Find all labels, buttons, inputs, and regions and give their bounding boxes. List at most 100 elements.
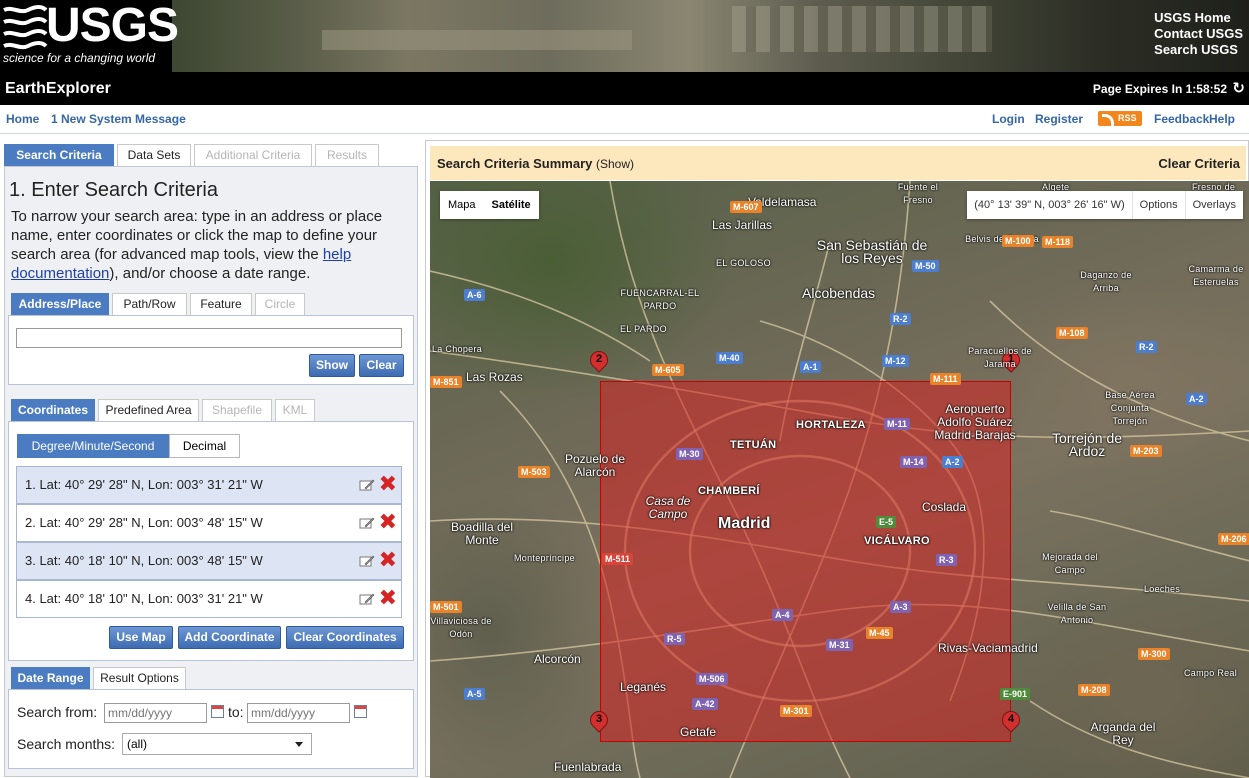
tab-date-range[interactable]: Date Range <box>11 667 90 689</box>
road-shield: M-11 <box>884 418 911 430</box>
marker-label: 4 <box>1007 713 1015 725</box>
map-type-satelite[interactable]: Satélite <box>484 191 539 219</box>
tab-search-criteria[interactable]: Search Criteria <box>4 144 114 166</box>
tab-results[interactable]: Results <box>315 144 379 166</box>
tab-address-place[interactable]: Address/Place <box>11 293 109 315</box>
map-place-label: FUENCARRAL-EL PARDO <box>620 288 700 311</box>
use-map-button[interactable]: Use Map <box>109 626 173 649</box>
system-message-link[interactable]: 1 New System Message <box>51 112 186 126</box>
intro-text-after: ), and/or choose a date range. <box>109 265 311 282</box>
login-link[interactable]: Login <box>992 112 1025 126</box>
calendar-icon[interactable] <box>354 705 367 718</box>
search-months-label: Search months: <box>17 736 116 752</box>
tab-coordinates[interactable]: Coordinates <box>11 399 95 421</box>
map-type-control: Mapa Satélite <box>440 191 539 219</box>
app-title: EarthExplorer <box>5 80 111 97</box>
map-place-label: La Chopera <box>432 344 483 354</box>
refresh-icon[interactable]: ↻ <box>1232 79 1245 97</box>
coordinate-text: 1. Lat: 40° 29' 28" N, Lon: 003° 31' 21"… <box>25 477 263 492</box>
feedback-link[interactable]: Feedback <box>1154 112 1209 126</box>
section-heading: 1. Enter Search Criteria <box>9 179 218 201</box>
road-shield: A-3 <box>890 601 911 613</box>
map-place-label: Fuente el Fresno <box>897 182 939 205</box>
edit-icon[interactable] <box>359 516 375 530</box>
usgs-logo[interactable]: USGS science for a changing world <box>0 0 179 72</box>
map-place-label: Campo Real <box>1184 668 1238 678</box>
map-place-label: Torrejón de Ardoz <box>1051 430 1123 459</box>
summary-show-link[interactable]: (Show) <box>596 157 634 171</box>
tab-feature[interactable]: Feature <box>190 293 252 315</box>
delete-icon[interactable]: ✖ <box>379 510 397 534</box>
format-dms-toggle[interactable]: Degree/Minute/Second <box>17 434 169 458</box>
delete-icon[interactable]: ✖ <box>379 586 397 610</box>
road-shield: M-31 <box>826 639 853 651</box>
logo-text: USGS <box>46 0 179 52</box>
tab-additional-criteria[interactable]: Additional Criteria <box>194 144 312 166</box>
road-shield: M-111 <box>930 373 961 385</box>
end-date-input[interactable] <box>247 703 350 723</box>
intro-text: To narrow your search area: type in an a… <box>11 207 415 283</box>
top-nav: Home 1 New System Message Login Register… <box>0 105 1249 134</box>
tab-shapefile[interactable]: Shapefile <box>202 399 272 421</box>
marker-2[interactable]: 2 <box>586 347 612 377</box>
tab-path-row[interactable]: Path/Row <box>112 293 187 315</box>
rss-button[interactable]: RSS <box>1098 111 1142 126</box>
marker-label: 2 <box>595 353 603 365</box>
clear-criteria-link[interactable]: Clear Criteria <box>1158 156 1240 171</box>
delete-icon[interactable]: ✖ <box>379 472 397 496</box>
edit-icon[interactable] <box>359 592 375 606</box>
marker-4[interactable]: 4 <box>998 707 1024 737</box>
road-shield: M-45 <box>866 627 893 639</box>
marker-3[interactable]: 3 <box>586 707 612 737</box>
tab-data-sets[interactable]: Data Sets <box>117 144 191 166</box>
coordinate-tabs: Coordinates Predefined Area Shapefile KM… <box>11 399 411 421</box>
road-shield: M-108 <box>1056 327 1088 339</box>
map-place-label: Boadilla del Monte <box>450 520 514 547</box>
banner-links: USGS Home Contact USGS Search USGS <box>1154 10 1243 58</box>
clear-coordinates-button[interactable]: Clear Coordinates <box>286 626 404 649</box>
format-decimal-toggle[interactable]: Decimal <box>169 434 240 458</box>
home-link[interactable]: Home <box>6 112 39 126</box>
date-tabs: Date Range Result Options <box>11 667 411 689</box>
coordinate-text: 4. Lat: 40° 18' 10" N, Lon: 003° 31' 21"… <box>25 591 263 606</box>
calendar-icon[interactable] <box>211 705 224 718</box>
tab-kml[interactable]: KML <box>275 399 315 421</box>
page-expires-value: 1:58:52 <box>1185 82 1227 96</box>
road-shield: M-511 <box>602 553 634 565</box>
search-usgs-link[interactable]: Search USGS <box>1154 42 1243 58</box>
add-coordinate-button[interactable]: Add Coordinate <box>178 626 281 649</box>
map-view[interactable]: 2 1 3 4 Valdelamasa Las Jarillas EL GOLO… <box>430 181 1249 778</box>
start-date-input[interactable] <box>104 703 207 723</box>
register-link[interactable]: Register <box>1035 112 1083 126</box>
map-place-label: Daganzo de Arriba <box>1080 270 1132 293</box>
contact-usgs-link[interactable]: Contact USGS <box>1154 26 1243 42</box>
edit-icon[interactable] <box>359 554 375 568</box>
map-type-mapa[interactable]: Mapa <box>440 191 484 219</box>
tab-circle[interactable]: Circle <box>255 293 305 315</box>
date-range-box: Search from: to: Search months: (all) <box>8 689 414 769</box>
usgs-home-link[interactable]: USGS Home <box>1154 10 1243 26</box>
right-panel: Search Criteria Summary (Show) Clear Cri… <box>425 140 1249 778</box>
map-place-label: Casa de Campo <box>645 494 691 521</box>
clear-button[interactable]: Clear <box>359 354 404 377</box>
road-shield: A-2 <box>942 456 963 468</box>
help-link[interactable]: Help <box>1209 112 1235 126</box>
edit-icon[interactable] <box>359 478 375 492</box>
delete-icon[interactable]: ✖ <box>379 548 397 572</box>
address-input[interactable] <box>16 328 402 348</box>
road-shield: M-301 <box>780 705 812 717</box>
road-shield: M-605 <box>652 364 684 376</box>
coordinate-text: 2. Lat: 40° 29' 28" N, Lon: 003° 48' 15"… <box>25 515 263 530</box>
search-months-select[interactable]: (all) <box>122 733 312 755</box>
tab-predefined-area[interactable]: Predefined Area <box>98 399 199 421</box>
map-place-label: HORTALEZA <box>796 419 866 431</box>
map-place-label: VICÁLVARO <box>864 535 930 547</box>
address-box: Show Clear <box>8 315 414 385</box>
map-place-label: Montepríncipe <box>514 553 575 563</box>
show-button[interactable]: Show <box>309 354 355 377</box>
marker-label: 3 <box>595 713 603 725</box>
map-overlays-button[interactable]: Overlays <box>1184 191 1243 219</box>
search-criteria-summary: Search Criteria Summary (Show) Clear Cri… <box>430 146 1246 180</box>
map-options-button[interactable]: Options <box>1131 191 1185 219</box>
tab-result-options[interactable]: Result Options <box>93 667 186 689</box>
